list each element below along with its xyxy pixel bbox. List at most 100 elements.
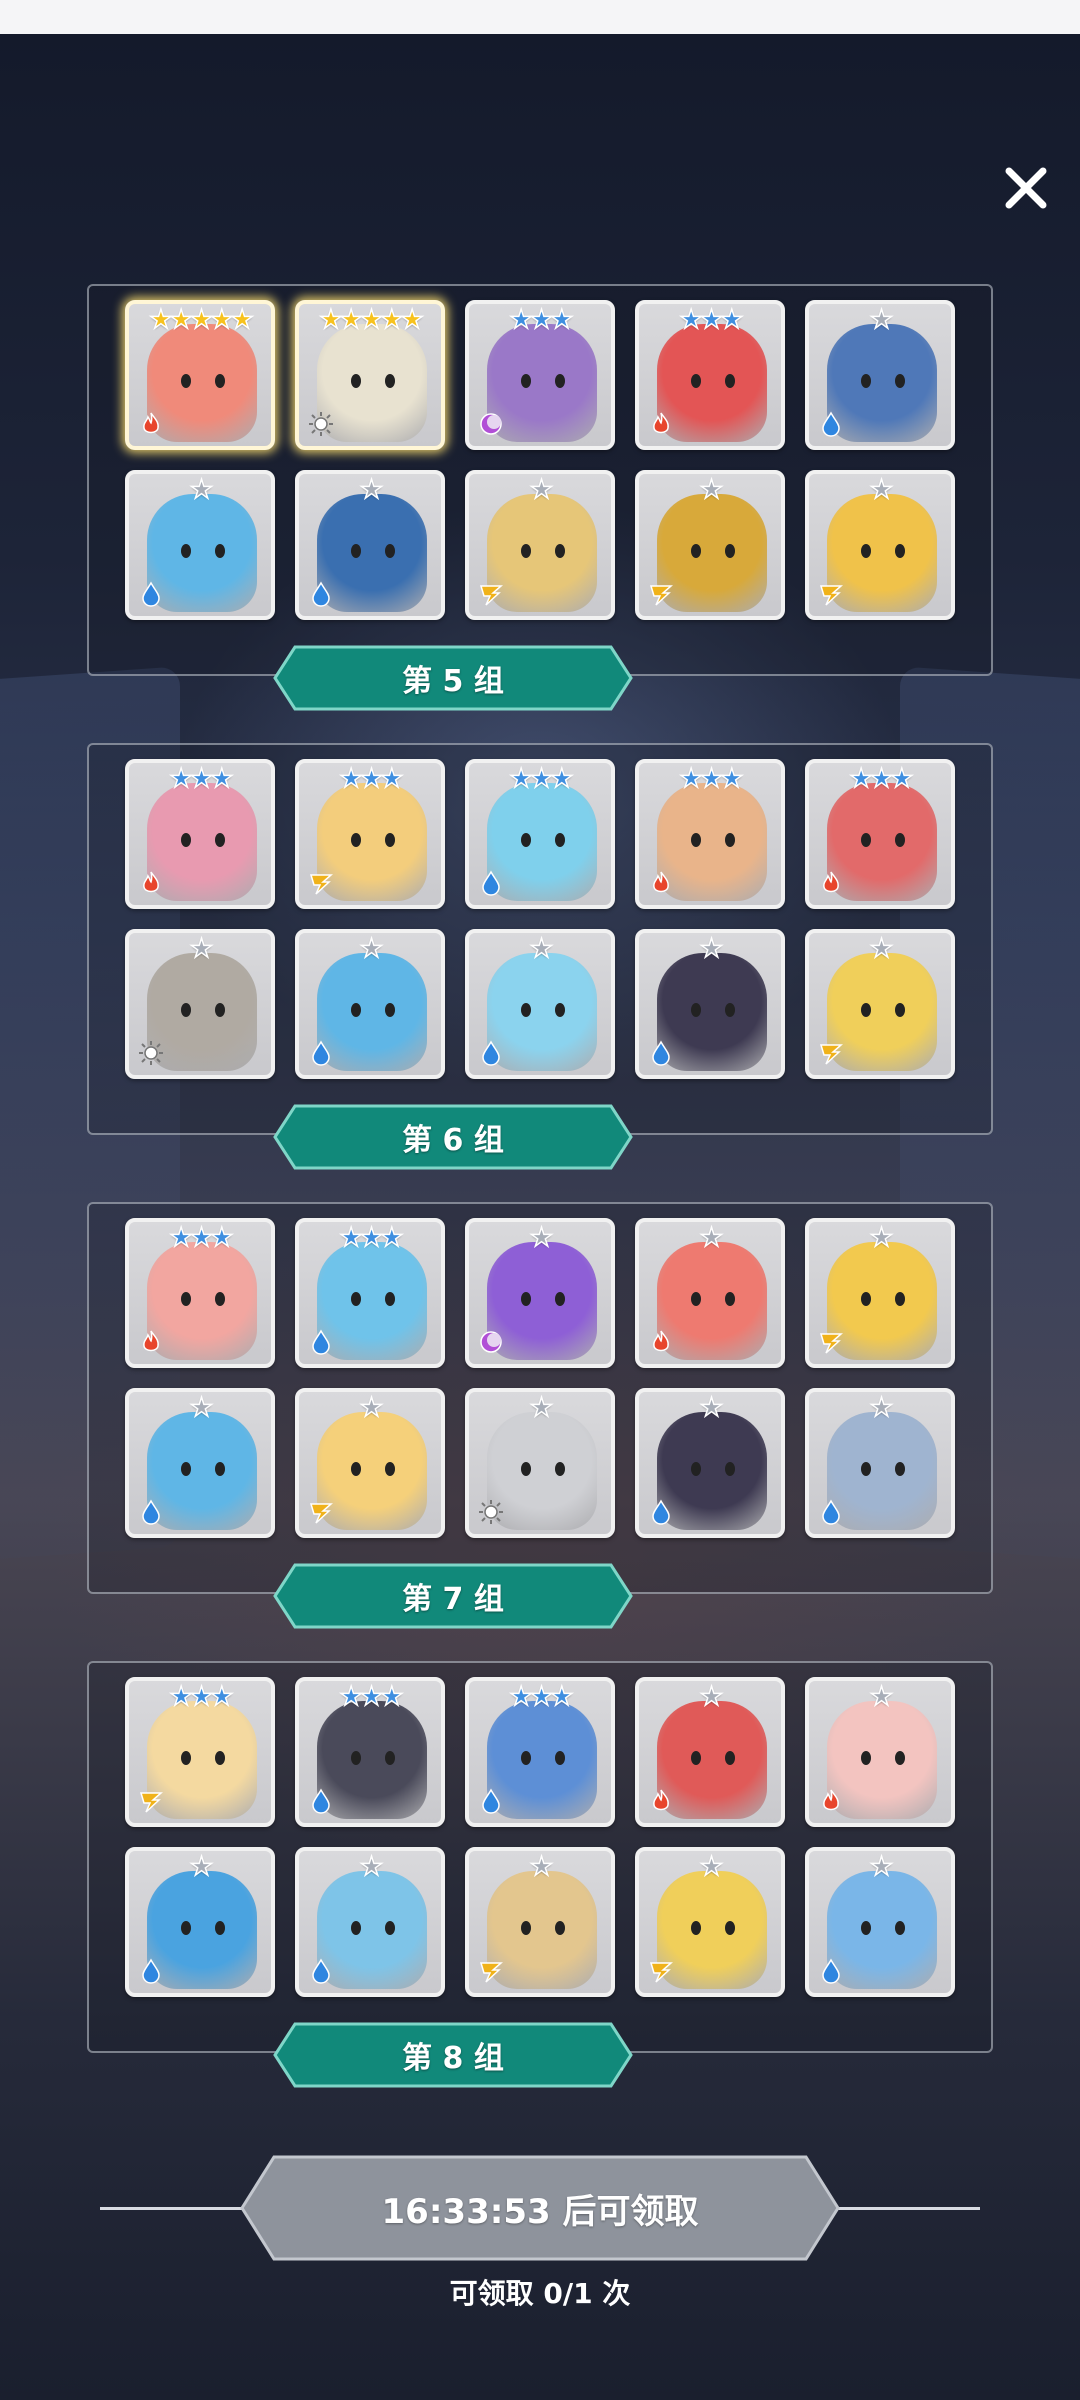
hero-card[interactable]: ★ [465, 929, 615, 1079]
water-element-icon [312, 1329, 330, 1355]
hero-card[interactable]: ★ [465, 470, 615, 620]
hero-card[interactable]: ★ [465, 1218, 615, 1368]
star-rating-icon: ★ [359, 475, 384, 505]
thunder-element-icon [819, 585, 843, 606]
hero-face [685, 374, 741, 390]
hero-card[interactable]: ★ [805, 1677, 955, 1827]
element-badge [817, 1328, 845, 1356]
hero-card[interactable]: ★★★★★ [295, 300, 445, 450]
element-badge [307, 1328, 335, 1356]
element-badge [647, 1787, 675, 1815]
hero-card[interactable]: ★ [125, 1388, 275, 1538]
hero-face [855, 374, 911, 390]
hero-card[interactable]: ★ [805, 929, 955, 1079]
close-button[interactable] [996, 158, 1056, 218]
dark-element-icon [480, 1331, 502, 1353]
hero-face [515, 374, 571, 390]
hero-card[interactable]: ★ [465, 1847, 615, 1997]
water-element-icon [822, 411, 840, 437]
hero-face [685, 1921, 741, 1937]
hero-card[interactable]: ★ [125, 470, 275, 620]
hero-face [855, 1003, 911, 1019]
group-label: 第 7 组 [402, 1582, 504, 1617]
hero-card[interactable]: ★★★ [295, 1677, 445, 1827]
hero-card[interactable]: ★ [635, 470, 785, 620]
hero-card[interactable]: ★ [635, 929, 785, 1079]
star-rating-icon: ★ [359, 934, 384, 964]
fire-element-icon [823, 1789, 839, 1811]
hero-card[interactable]: ★ [465, 1388, 615, 1538]
star-rating-icon: ★ [529, 934, 554, 964]
hero-card[interactable]: ★★★ [635, 759, 785, 909]
water-element-icon [482, 1788, 500, 1814]
hero-face [345, 1292, 401, 1308]
thunder-element-icon [819, 1044, 843, 1065]
hero-card[interactable]: ★ [635, 1388, 785, 1538]
element-badge [137, 1957, 165, 1985]
hero-card[interactable]: ★★★ [295, 759, 445, 909]
hero-card[interactable]: ★ [295, 1847, 445, 1997]
hero-card[interactable]: ★ [125, 1847, 275, 1997]
water-element-icon [482, 870, 500, 896]
star-rating-icon: ★ [869, 1393, 894, 1423]
hero-card[interactable]: ★ [805, 300, 955, 450]
star-rating-icon: ★ [699, 1852, 724, 1882]
claim-button[interactable]: 16:33:53 后可领取 [240, 2155, 840, 2261]
star-rating-icon: ★ [699, 1223, 724, 1253]
hero-card[interactable]: ★ [295, 929, 445, 1079]
element-badge [647, 410, 675, 438]
hero-card[interactable]: ★ [635, 1677, 785, 1827]
group-label-banner: 第 6 组 [273, 1104, 633, 1170]
hero-card[interactable]: ★ [295, 470, 445, 620]
element-badge [817, 580, 845, 608]
hero-card[interactable]: ★ [635, 1218, 785, 1368]
element-badge [477, 1039, 505, 1067]
claim-button-label: 16:33:53 后可领取 [381, 2191, 699, 2232]
water-element-icon [142, 581, 160, 607]
element-badge [307, 410, 335, 438]
hero-card[interactable]: ★ [295, 1388, 445, 1538]
status-bar [0, 0, 1080, 34]
hero-card[interactable]: ★★★ [465, 1677, 615, 1827]
star-rating-icon: ★ [359, 1393, 384, 1423]
hero-card[interactable]: ★★★ [125, 1218, 275, 1368]
hero-card[interactable]: ★ [805, 1847, 955, 1997]
hero-card-grid: ★★★★★ ★★★★★ ★★★ ★★★ ★ ★ ★ ★ ★ ★ [125, 300, 955, 620]
hero-face [855, 1292, 911, 1308]
hero-card[interactable]: ★★★★★ [125, 300, 275, 450]
claim-count-text: 可领取 0/1 次 [449, 2277, 631, 2310]
element-badge [137, 1787, 165, 1815]
hero-card[interactable]: ★ [635, 1847, 785, 1997]
star-rating-icon: ★★★ [509, 764, 574, 794]
star-rating-icon: ★★★ [849, 764, 914, 794]
element-badge [477, 580, 505, 608]
hero-card[interactable]: ★★★ [465, 300, 615, 450]
fire-element-icon [653, 871, 669, 893]
star-rating-icon: ★★★ [169, 764, 234, 794]
element-badge [477, 410, 505, 438]
hero-face [175, 1751, 231, 1767]
hero-card[interactable]: ★★★ [635, 300, 785, 450]
hero-card[interactable]: ★ [125, 929, 275, 1079]
hero-card[interactable]: ★ [805, 470, 955, 620]
star-rating-icon: ★ [189, 1852, 214, 1882]
fire-element-icon [143, 412, 159, 434]
hero-face [345, 374, 401, 390]
hero-card[interactable]: ★★★ [295, 1218, 445, 1368]
water-element-icon [482, 1040, 500, 1066]
thunder-element-icon [309, 1503, 333, 1524]
hero-card[interactable]: ★★★ [125, 759, 275, 909]
hero-card[interactable]: ★★★ [125, 1677, 275, 1827]
claim-divider-left [100, 2207, 245, 2210]
hero-face [175, 833, 231, 849]
hero-card[interactable]: ★★★ [465, 759, 615, 909]
hero-card[interactable]: ★ [805, 1218, 955, 1368]
star-rating-icon: ★ [699, 475, 724, 505]
hero-card[interactable]: ★ [805, 1388, 955, 1538]
star-rating-icon: ★ [869, 1223, 894, 1253]
thunder-element-icon [309, 874, 333, 895]
element-badge [137, 1498, 165, 1526]
close-icon [1005, 167, 1047, 209]
hero-card[interactable]: ★★★ [805, 759, 955, 909]
group-label-banner: 第 8 组 [273, 2022, 633, 2088]
